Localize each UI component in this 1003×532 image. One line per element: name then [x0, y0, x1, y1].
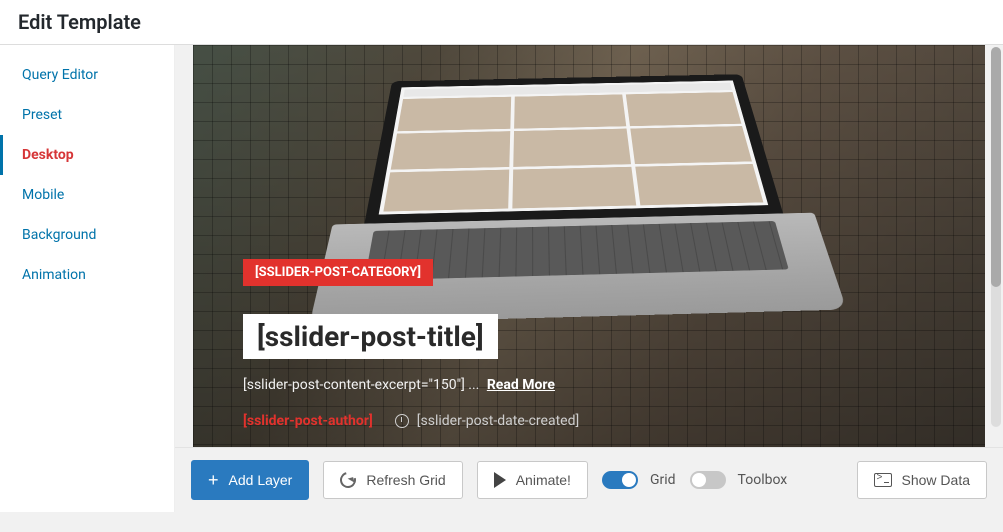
excerpt-text: [sslider-post-content-excerpt="150"] ... [243, 377, 479, 393]
sidebar: Query Editor Preset Desktop Mobile Backg… [0, 45, 175, 512]
toolbox-label: Toolbox [738, 472, 788, 488]
sidebar-item-query-editor[interactable]: Query Editor [0, 55, 174, 95]
layer-post-category[interactable]: [SSLIDER-POST-CATEGORY] [243, 259, 433, 286]
sidebar-item-background[interactable]: Background [0, 215, 174, 255]
animate-button[interactable]: Animate! [477, 461, 588, 499]
header: Edit Template [0, 0, 1003, 45]
content-area: [SSLIDER-POST-CATEGORY] [sslider-post-ti… [175, 45, 1003, 512]
add-layer-button[interactable]: + Add Layer [191, 460, 309, 500]
layers-container: [SSLIDER-POST-CATEGORY] [sslider-post-ti… [243, 259, 955, 429]
refresh-grid-label: Refresh Grid [366, 472, 445, 488]
terminal-icon [874, 473, 892, 487]
grid-label: Grid [650, 472, 676, 488]
show-data-label: Show Data [902, 472, 970, 488]
bottom-toolbar: + Add Layer Refresh Grid Animate! Grid T… [175, 447, 1003, 512]
grid-toggle[interactable] [602, 471, 638, 489]
layer-post-excerpt[interactable]: [sslider-post-content-excerpt="150"] ...… [243, 377, 955, 393]
vertical-scrollbar[interactable] [991, 47, 1001, 427]
add-layer-label: Add Layer [229, 472, 293, 488]
layer-meta-row: [sslider-post-author] [sslider-post-date… [243, 413, 955, 429]
play-icon [494, 472, 506, 488]
layer-post-title[interactable]: [sslider-post-title] [243, 314, 498, 359]
date-text: [sslider-post-date-created] [417, 413, 579, 429]
plus-icon: + [208, 471, 219, 489]
toolbox-toggle[interactable] [690, 471, 726, 489]
refresh-icon [337, 469, 359, 491]
animate-label: Animate! [516, 472, 571, 488]
sidebar-item-desktop[interactable]: Desktop [0, 135, 174, 175]
layer-post-author[interactable]: [sslider-post-author] [243, 413, 373, 429]
clock-icon [395, 414, 409, 428]
page-title: Edit Template [18, 10, 985, 34]
sidebar-item-mobile[interactable]: Mobile [0, 175, 174, 215]
sidebar-item-preset[interactable]: Preset [0, 95, 174, 135]
show-data-button[interactable]: Show Data [857, 461, 987, 499]
layer-post-date[interactable]: [sslider-post-date-created] [395, 413, 579, 429]
template-canvas[interactable]: [SSLIDER-POST-CATEGORY] [sslider-post-ti… [193, 45, 985, 447]
refresh-grid-button[interactable]: Refresh Grid [323, 461, 462, 499]
scrollbar-thumb[interactable] [991, 47, 1001, 287]
read-more-link[interactable]: Read More [487, 377, 555, 393]
main-layout: Query Editor Preset Desktop Mobile Backg… [0, 45, 1003, 512]
sidebar-item-animation[interactable]: Animation [0, 255, 174, 295]
toolbox-toggle-group: Toolbox [690, 471, 788, 489]
grid-toggle-group: Grid [602, 471, 676, 489]
